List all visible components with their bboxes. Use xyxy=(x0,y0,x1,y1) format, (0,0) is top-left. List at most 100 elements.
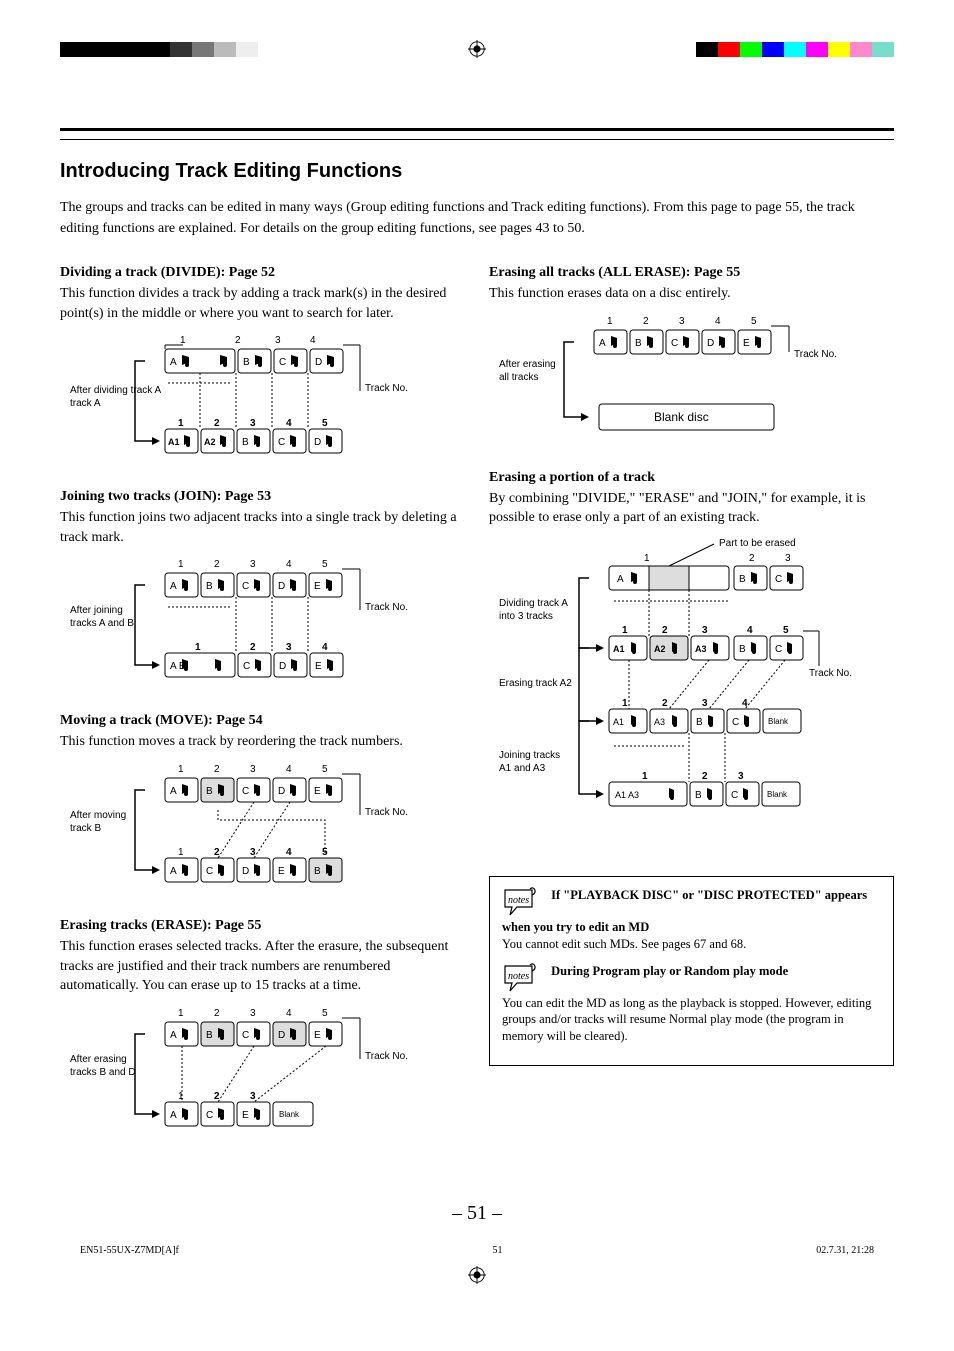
svg-text:notes: notes xyxy=(508,971,529,982)
notes-icon: notes xyxy=(502,887,542,919)
footer-center: 51 xyxy=(493,1245,503,1256)
svg-text:D: D xyxy=(278,786,285,797)
svg-text:C: C xyxy=(242,581,249,592)
svg-text:B: B xyxy=(242,437,249,448)
svg-text:A: A xyxy=(170,1030,177,1041)
footer-left: EN51-55UX-Z7MD[A]f xyxy=(80,1245,179,1256)
svg-text:2: 2 xyxy=(214,559,220,570)
svg-text:A1: A1 xyxy=(613,644,625,654)
portion-title: Erasing a portion of a track xyxy=(489,470,894,486)
svg-text:2: 2 xyxy=(214,1091,220,1102)
svg-text:Dividing track A: Dividing track A xyxy=(499,598,568,609)
svg-text:3: 3 xyxy=(702,625,708,636)
svg-text:track B: track B xyxy=(70,823,101,834)
svg-text:3: 3 xyxy=(275,335,281,346)
svg-text:A1: A1 xyxy=(613,717,624,727)
join-body: This function joins two adjacent tracks … xyxy=(60,508,465,547)
svg-text:Erasing track A2: Erasing track A2 xyxy=(499,678,572,689)
svg-text:2: 2 xyxy=(702,771,708,782)
erase-title: Erasing tracks (ERASE): Page 55 xyxy=(60,918,465,934)
svg-text:C: C xyxy=(732,717,739,728)
svg-text:2: 2 xyxy=(662,698,668,709)
rule-thin xyxy=(60,139,894,140)
svg-text:1: 1 xyxy=(644,553,650,564)
svg-text:C: C xyxy=(775,574,782,585)
svg-text:1: 1 xyxy=(622,625,628,636)
footer-right: 02.7.31, 21:28 xyxy=(816,1245,874,1256)
svg-text:3: 3 xyxy=(286,642,292,653)
svg-text:4: 4 xyxy=(286,418,292,429)
svg-text:5: 5 xyxy=(783,625,789,636)
erase-diagram: 1 2 3 4 5 A B C D E Tra xyxy=(60,1004,465,1144)
svg-text:B: B xyxy=(739,644,746,655)
svg-text:C: C xyxy=(206,1110,213,1121)
svg-text:Track No.: Track No. xyxy=(365,807,408,818)
svg-text:E: E xyxy=(242,1110,249,1121)
divide-body: This function divides a track by adding … xyxy=(60,284,465,323)
svg-text:D: D xyxy=(707,338,714,349)
svg-text:track A: track A xyxy=(70,398,101,409)
svg-text:B: B xyxy=(206,581,213,592)
svg-text:tracks B and D: tracks B and D xyxy=(70,1067,136,1078)
move-title: Moving a track (MOVE): Page 54 xyxy=(60,713,465,729)
page-heading: Introducing Track Editing Functions xyxy=(60,160,894,183)
svg-text:3: 3 xyxy=(250,847,256,858)
svg-text:Blank: Blank xyxy=(767,790,788,799)
svg-text:2: 2 xyxy=(662,625,668,636)
svg-text:C: C xyxy=(206,866,213,877)
rule-thick xyxy=(60,128,894,131)
svg-text:C: C xyxy=(775,644,782,655)
svg-text:E: E xyxy=(314,1030,321,1041)
svg-text:1: 1 xyxy=(178,764,184,775)
portion-diagram: Part to be erased 1 2 3 A B C Dividing t… xyxy=(489,536,894,846)
svg-text:Blank disc: Blank disc xyxy=(654,410,709,424)
svg-text:A2: A2 xyxy=(654,644,666,654)
svg-text:Track No.: Track No. xyxy=(365,383,408,394)
svg-text:D: D xyxy=(314,437,321,448)
svg-text:2: 2 xyxy=(214,418,220,429)
note2-title: During Program play or Random play mode xyxy=(551,964,788,978)
portion-body: By combining "DIVIDE," "ERASE" and "JOIN… xyxy=(489,489,894,528)
svg-text:1: 1 xyxy=(178,559,184,570)
svg-text:Track No.: Track No. xyxy=(794,349,837,360)
left-column: Dividing a track (DIVIDE): Page 52 This … xyxy=(60,257,465,1162)
svg-text:After erasing: After erasing xyxy=(499,359,556,370)
svg-text:4: 4 xyxy=(310,335,316,346)
svg-text:D: D xyxy=(279,661,286,672)
svg-text:2: 2 xyxy=(235,335,241,346)
move-body: This function moves a track by reorderin… xyxy=(60,732,465,752)
svg-text:5: 5 xyxy=(751,316,757,327)
svg-text:After joining: After joining xyxy=(70,605,123,616)
svg-text:2: 2 xyxy=(749,553,755,564)
svg-text:B: B xyxy=(696,717,703,728)
svg-text:2: 2 xyxy=(214,1008,220,1019)
svg-text:tracks A and B: tracks A and B xyxy=(70,618,134,629)
svg-text:D: D xyxy=(278,581,285,592)
svg-text:B: B xyxy=(206,1030,213,1041)
svg-text:C: C xyxy=(242,786,249,797)
svg-text:Track No.: Track No. xyxy=(365,1051,408,1062)
join-diagram: 1 2 3 4 5 A B C D E Tra xyxy=(60,555,465,695)
svg-text:A2: A2 xyxy=(204,437,216,447)
svg-text:E: E xyxy=(743,338,750,349)
color-bar-right xyxy=(696,42,894,57)
svg-text:A1 A3: A1 A3 xyxy=(615,790,639,800)
svg-text:C: C xyxy=(731,790,738,801)
join-title: Joining two tracks (JOIN): Page 53 xyxy=(60,489,465,505)
svg-text:Track No.: Track No. xyxy=(365,602,408,613)
svg-text:Joining tracks: Joining tracks xyxy=(499,750,560,761)
divide-caption: After dividing track A xyxy=(70,385,161,396)
notes-icon: notes xyxy=(502,963,542,995)
svg-text:After moving: After moving xyxy=(70,810,126,821)
erase-body: This function erases selected tracks. Af… xyxy=(60,937,465,996)
svg-text:C: C xyxy=(242,1030,249,1041)
divide-diagram: 1 2 3 4 A B C D xyxy=(60,331,465,471)
svg-text:3: 3 xyxy=(250,1008,256,1019)
divide-title: Dividing a track (DIVIDE): Page 52 xyxy=(60,265,465,281)
svg-text:A: A xyxy=(170,866,177,877)
note2-body: You can edit the MD as long as the playb… xyxy=(502,996,871,1044)
svg-text:A: A xyxy=(170,357,177,368)
svg-text:5: 5 xyxy=(322,764,328,775)
svg-text:Track No.: Track No. xyxy=(809,668,852,679)
allerase-title: Erasing all tracks (ALL ERASE): Page 55 xyxy=(489,265,894,281)
